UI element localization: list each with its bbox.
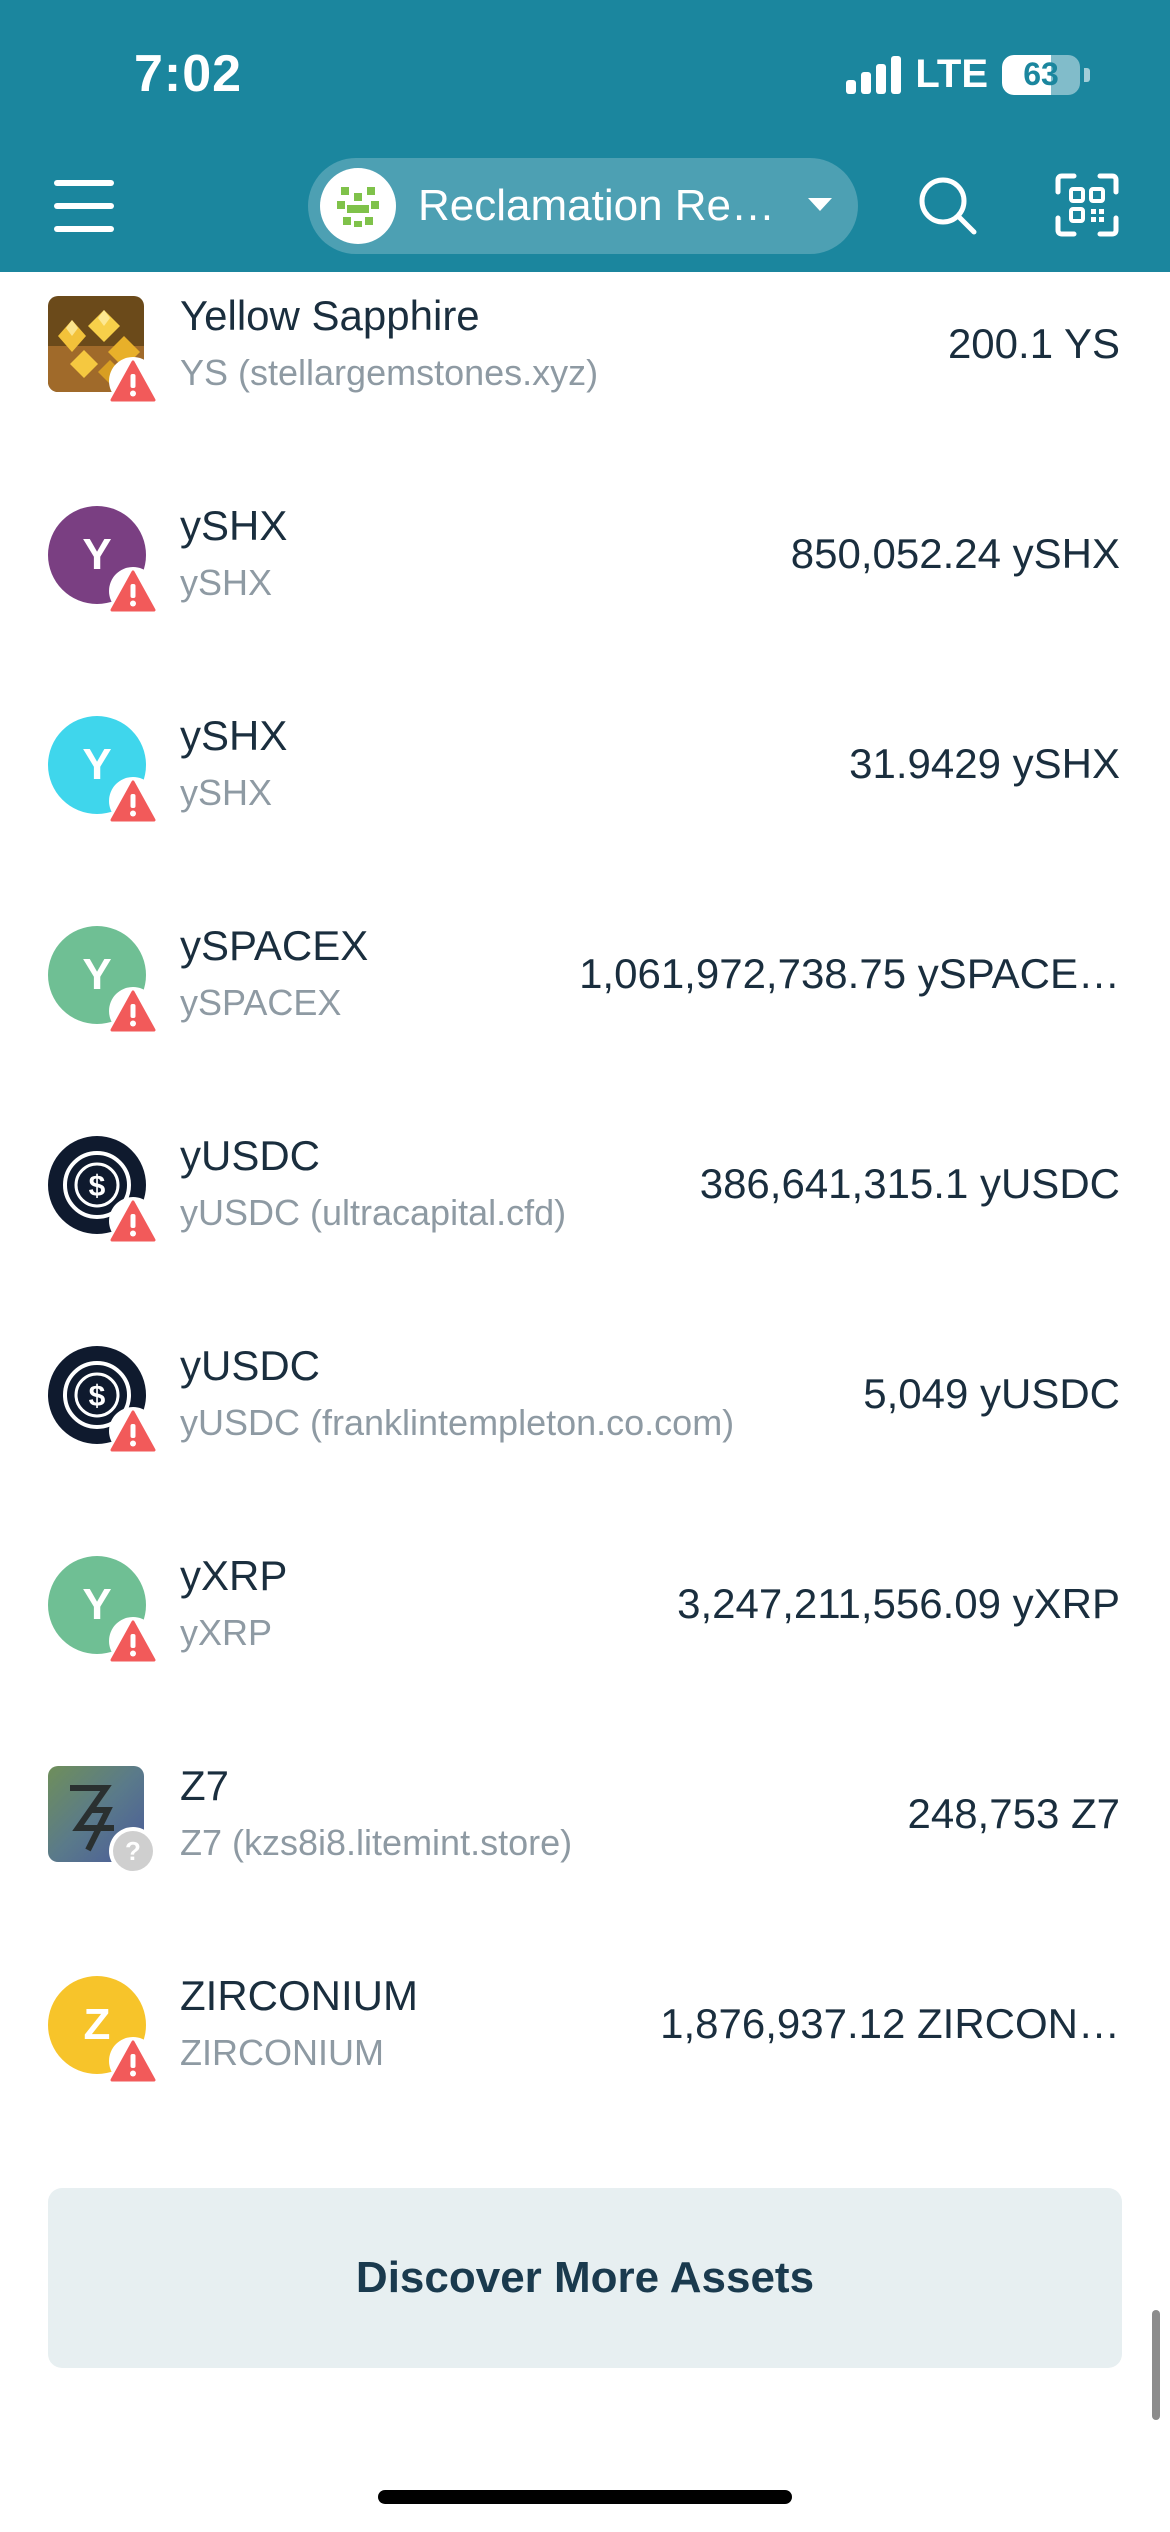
asset-row[interactable]: $ yUSDC yUSDC (ultracapital.cfd) 386,641… xyxy=(0,1112,1170,1322)
warning-icon xyxy=(109,567,157,615)
screen: 7:02 LTE 63 Reclamation Re… Yellow Sapph… xyxy=(0,0,1170,2532)
asset-name: ySHX xyxy=(180,502,288,549)
warning-icon xyxy=(109,777,157,825)
asset-name: Z7 xyxy=(180,1762,230,1809)
asset-row[interactable]: ? Z7 Z7 (kzs8i8.litemint.store) 248,753 … xyxy=(0,1742,1170,1952)
asset-issuer: YS (stellargemstones.xyz) xyxy=(180,352,599,393)
asset-name: Yellow Sapphire xyxy=(180,292,480,339)
app-header: 7:02 LTE 63 Reclamation Re… xyxy=(0,0,1170,272)
signal-icon xyxy=(846,55,902,94)
warning-icon xyxy=(109,2037,157,2085)
gem-image xyxy=(48,296,157,405)
hamburger-menu-icon[interactable] xyxy=(54,180,114,232)
question-icon: ? xyxy=(109,1827,157,1875)
search-icon[interactable] xyxy=(916,174,980,238)
asset-issuer: yUSDC (franklintempleton.co.com) xyxy=(180,1402,735,1443)
asset-balance: 5,049 yUSDC xyxy=(863,1370,1120,1417)
asset-row[interactable]: Y ySPACEX ySPACEX 1,061,972,738.75 ySPAC… xyxy=(0,902,1170,1112)
asset-name: yUSDC xyxy=(180,1342,321,1389)
asset-balance: 3,247,211,556.09 yXRP xyxy=(677,1580,1120,1627)
y-token-icon: Y xyxy=(48,1556,157,1665)
asset-row[interactable]: Yellow Sapphire YS (stellargemstones.xyz… xyxy=(0,272,1170,482)
asset-balance: 850,052.24 ySHX xyxy=(790,530,1120,577)
asset-row[interactable]: $ yUSDC yUSDC (franklintempleton.co.com)… xyxy=(0,1322,1170,1532)
battery-nub xyxy=(1084,67,1090,82)
y-token-icon: Y xyxy=(48,506,157,615)
account-name: Reclamation Re… xyxy=(418,181,776,230)
warning-icon xyxy=(109,1197,157,1245)
asset-name: ySPACEX xyxy=(180,922,369,969)
svg-text:$: $ xyxy=(89,1170,106,1203)
warning-icon xyxy=(109,357,157,405)
y-token-icon: Y xyxy=(48,716,157,825)
asset-issuer: ZIRCONIUM xyxy=(180,2032,384,2073)
y-token-icon: Y xyxy=(48,926,157,1035)
svg-text:$: $ xyxy=(89,1380,106,1413)
asset-name: yUSDC xyxy=(180,1132,321,1179)
asset-row[interactable]: Z ZIRCONIUM ZIRCONIUM 1,876,937.12 ZIRCO… xyxy=(0,1952,1170,2162)
status-indicators: LTE 63 xyxy=(846,52,1090,97)
asset-balance: 200.1 YS xyxy=(947,320,1120,367)
asset-balance: 248,753 Z7 xyxy=(907,1790,1120,1837)
chevron-down-icon xyxy=(808,198,832,211)
asset-issuer: yUSDC (ultracapital.cfd) xyxy=(180,1192,567,1233)
discover-more-assets-button[interactable]: Discover More Assets xyxy=(48,2188,1122,2368)
asset-balance: 31.9429 ySHX xyxy=(849,740,1120,787)
asset-name: ySHX xyxy=(180,712,288,759)
warning-icon xyxy=(109,1407,157,1455)
asset-name: yXRP xyxy=(180,1552,288,1599)
asset-issuer: ySPACEX xyxy=(180,982,342,1023)
network-type: LTE xyxy=(915,52,988,96)
status-time: 7:02 xyxy=(134,45,243,103)
asset-row[interactable]: Y ySHX ySHX 31.9429 ySHX xyxy=(0,692,1170,902)
z-token-icon: Z xyxy=(48,1976,157,2085)
asset-row[interactable]: Y yXRP yXRP 3,247,211,556.09 yXRP xyxy=(0,1532,1170,1742)
asset-row[interactable]: Y ySHX ySHX 850,052.24 ySHX xyxy=(0,482,1170,692)
scrollbar[interactable] xyxy=(1152,2310,1160,2420)
battery-percent: 63 xyxy=(1023,56,1059,92)
account-switcher[interactable]: Reclamation Re… xyxy=(308,158,858,254)
usdc-icon: $ xyxy=(48,1136,157,1245)
battery-icon: 63 xyxy=(1002,54,1080,95)
asset-issuer: ySHX xyxy=(180,562,273,603)
z7-image: ? xyxy=(48,1766,157,1875)
warning-icon xyxy=(109,1617,157,1665)
asset-balance: 1,061,972,738.75 ySPACE… xyxy=(579,950,1120,997)
asset-issuer: yXRP xyxy=(180,1612,273,1653)
qr-scan-icon[interactable] xyxy=(1054,172,1120,238)
asset-issuer: ySHX xyxy=(180,772,273,813)
asset-balance: 386,641,315.1 yUSDC xyxy=(699,1160,1120,1207)
asset-name: ZIRCONIUM xyxy=(180,1972,418,2019)
warning-icon xyxy=(109,987,157,1035)
home-indicator[interactable] xyxy=(378,2490,792,2504)
asset-issuer: Z7 (kzs8i8.litemint.store) xyxy=(180,1822,573,1863)
usdc-icon: $ xyxy=(48,1346,157,1455)
account-avatar-icon xyxy=(320,168,396,244)
svg-text:?: ? xyxy=(125,1836,141,1866)
asset-balance: 1,876,937.12 ZIRCON… xyxy=(660,2000,1120,2047)
